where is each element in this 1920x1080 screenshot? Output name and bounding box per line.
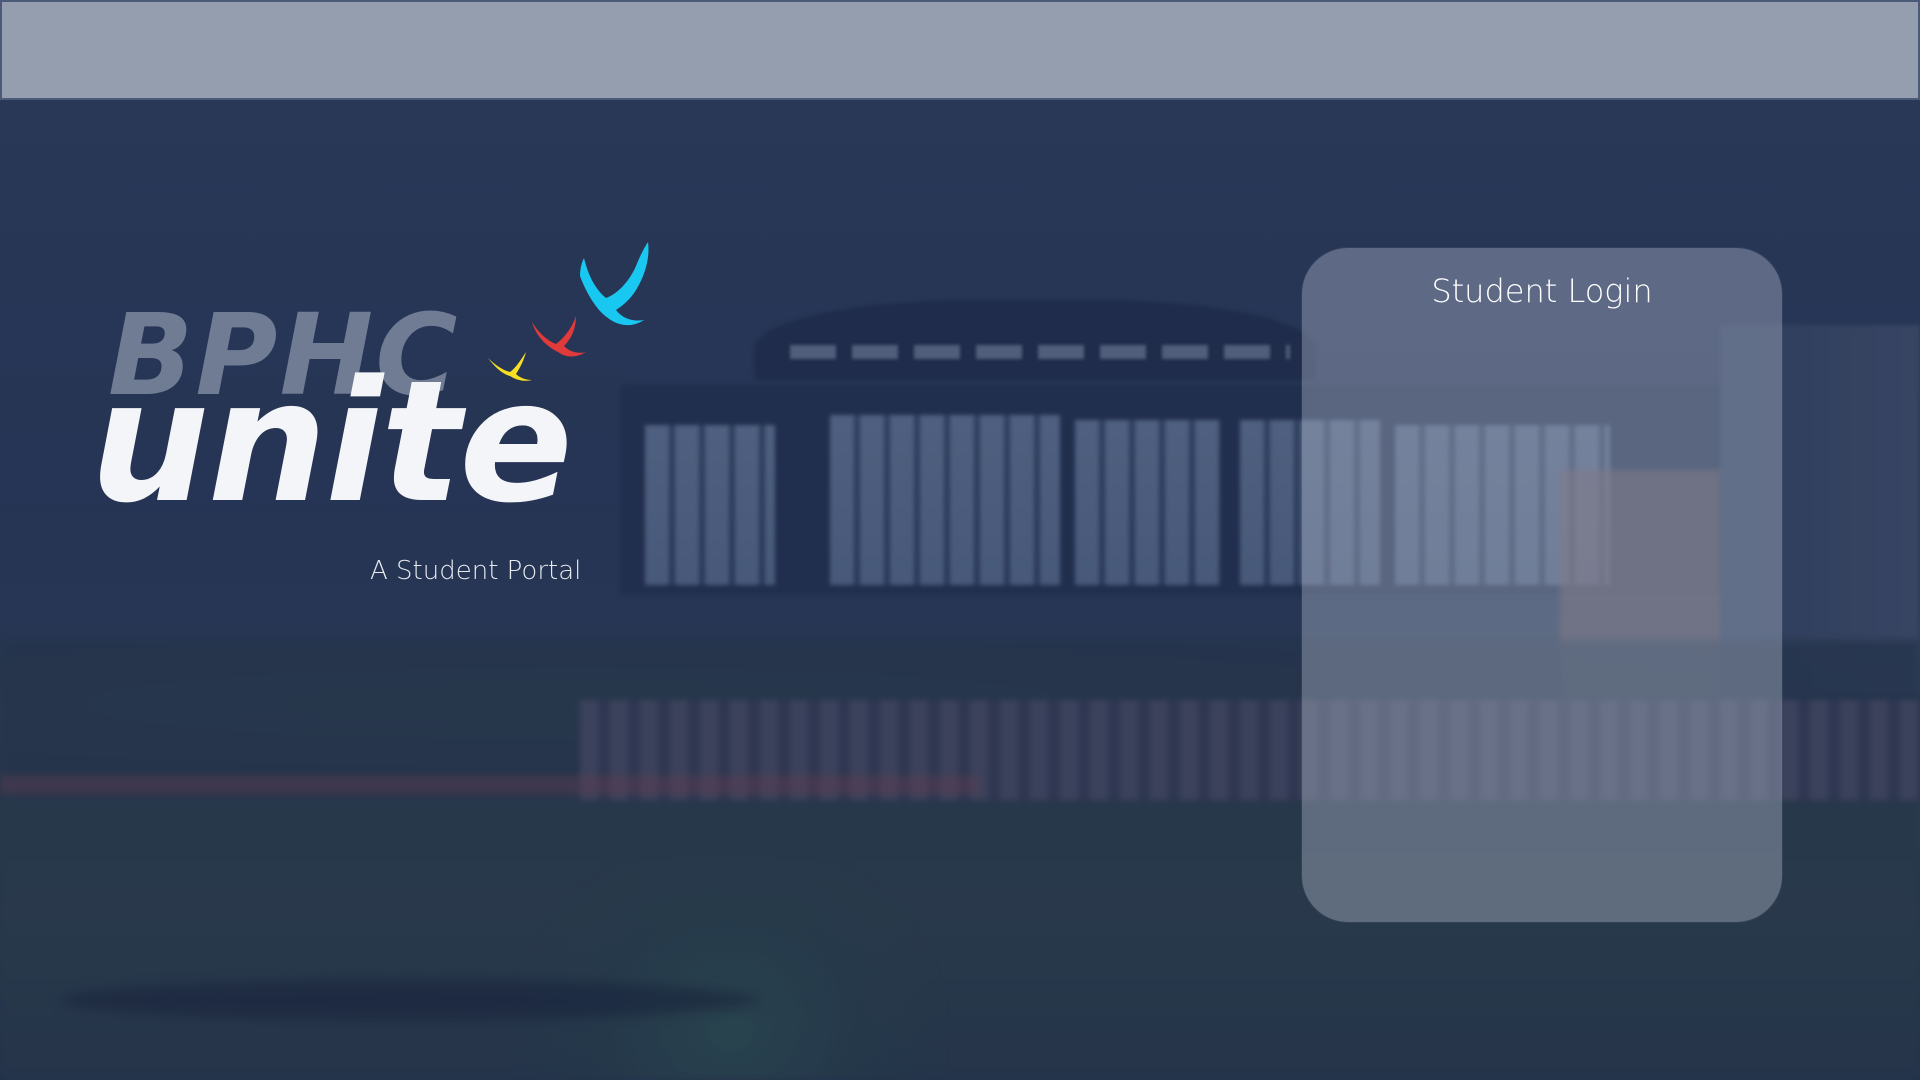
flying-birds-icon (488, 242, 649, 381)
app-root: BPHC unite A Student Portal Student Logi… (0, 0, 1920, 1080)
brand-logo: BPHC unite (90, 240, 690, 600)
login-card: Student Login (1302, 248, 1782, 922)
top-bar (0, 0, 1920, 100)
login-title: Student Login (1431, 272, 1653, 310)
brand-tagline: A Student Portal (370, 556, 582, 586)
